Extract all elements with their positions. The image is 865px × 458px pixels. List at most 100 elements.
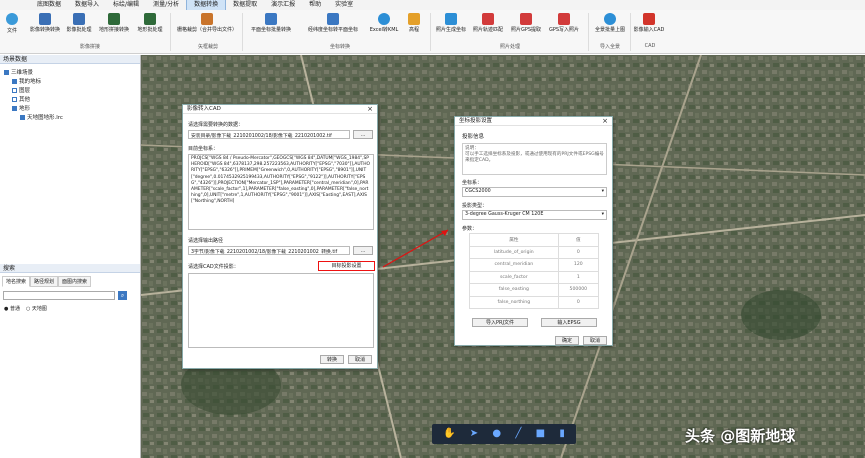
browse-input-button[interactable]: ...: [353, 130, 373, 139]
photo-gps-button[interactable]: 照片GPS提取: [508, 13, 544, 41]
menu-annotate[interactable]: 标绘/编辑: [106, 0, 146, 10]
ribbon-separator: [588, 13, 589, 51]
photo-coord-icon: [445, 13, 457, 25]
chevron-down-icon: ▾: [601, 189, 604, 194]
map-toolbar: ✋ ➤ ● ╱ ■ ▮: [432, 424, 576, 444]
checkbox[interactable]: [12, 78, 17, 84]
search-tabs: 地名搜索 路径规划 面图内搜索: [2, 276, 92, 287]
scene-panel-title: 场景数据: [0, 55, 140, 64]
ribbon: 文件 影像转换转换 影像批处理 地形拼接转换 地形批处理 栅格裁剪（合并导出文件…: [0, 10, 865, 54]
search-panel-title: 搜索: [0, 264, 140, 273]
terrain-batch-button[interactable]: 地形批处理: [134, 13, 166, 41]
tree-item[interactable]: 图层: [12, 86, 30, 94]
elevation-button[interactable]: 高程: [404, 13, 424, 41]
panorama-icon: [604, 13, 616, 25]
tree-item[interactable]: 地形: [12, 104, 30, 112]
search-mode: ● 普通 ○ 天地图: [4, 305, 47, 312]
search-icon[interactable]: ⌕: [118, 291, 127, 300]
radio-normal[interactable]: ● 普通: [4, 305, 20, 312]
cancel-button[interactable]: 取消: [348, 355, 372, 364]
projection-select[interactable]: 3-degree Gauss-Kruger CM 120E ▾: [462, 210, 607, 220]
cad-import-button[interactable]: 影像输入CAD: [632, 13, 666, 41]
menu-extract[interactable]: 数据提取: [226, 0, 264, 10]
table-row: latitude_of_origin 0: [469, 245, 600, 259]
tab-place-search[interactable]: 地名搜索: [2, 276, 31, 287]
input-path-field[interactable]: 安装目录/影像下载_2210201002/18/影像下载_2210201002.…: [188, 130, 350, 139]
ribbon-separator: [242, 13, 243, 51]
group-label: CAD: [644, 43, 656, 49]
menu-help[interactable]: 帮助: [302, 0, 328, 10]
elevation-icon: [408, 13, 420, 25]
checkbox[interactable]: [4, 69, 9, 75]
browse-output-button[interactable]: ...: [353, 246, 373, 255]
table-row: false_northing 0: [469, 295, 600, 309]
coord-wkt-text[interactable]: PROJCS["WGS 84 / Pseudo-Mercator",GEOGCS…: [188, 154, 374, 230]
output-label: 请选择输出路径: [188, 238, 224, 244]
search-input[interactable]: [3, 291, 115, 300]
table-header: 值: [557, 233, 600, 247]
line-icon[interactable]: ╱: [515, 424, 521, 444]
image-batch-button[interactable]: 影像批处理: [64, 13, 94, 41]
menu-import[interactable]: 数据导入: [68, 0, 106, 10]
terrain-convert-button[interactable]: 地形拼接转换: [98, 13, 130, 41]
pin-icon[interactable]: ●: [492, 424, 501, 444]
polygon-icon[interactable]: ■: [536, 424, 545, 444]
tab-area-search[interactable]: 面图内搜索: [58, 276, 92, 287]
ok-button[interactable]: 确定: [555, 336, 579, 345]
radio-tianditu[interactable]: ○ 天地图: [26, 305, 47, 312]
gps-write-icon: [558, 13, 570, 25]
input-epsg-button[interactable]: 输入EPSG: [541, 318, 597, 327]
tree-item[interactable]: 其他: [12, 95, 30, 103]
lonlat-convert-icon: [327, 13, 339, 25]
crs-select[interactable]: CGCS2000 ▾: [462, 187, 607, 197]
checkbox[interactable]: [12, 87, 17, 93]
close-icon[interactable]: ×: [367, 105, 373, 114]
panorama-button[interactable]: 全景批量上图: [592, 13, 628, 41]
output-path-field[interactable]: 3字节/影像下载_2210201002/18/影像下载_2210201002_转…: [188, 246, 350, 255]
menu-lab[interactable]: 实验室: [328, 0, 360, 10]
chevron-down-icon: ▾: [601, 212, 604, 217]
table-header: 属性: [469, 233, 559, 247]
coord-batch-button[interactable]: 平面坐标批量转换: [246, 13, 296, 41]
photo-coord-button[interactable]: 照片生成坐标: [434, 13, 468, 41]
tree-item[interactable]: 天地图地形.lrc: [20, 113, 63, 121]
close-icon[interactable]: ×: [602, 117, 608, 126]
cad-projection-label: 请选择CAD文件投影：: [188, 264, 239, 270]
tab-route[interactable]: 路径规划: [30, 276, 59, 287]
cad-export-dialog: 影像转入CAD × 请选择需要转换的数据： 安装目录/影像下载_221020100…: [182, 104, 378, 369]
checkbox[interactable]: [12, 96, 17, 102]
excel-kml-button[interactable]: Excel转KML: [368, 13, 400, 41]
cancel-button[interactable]: 取消: [583, 336, 607, 345]
checkbox[interactable]: [20, 114, 25, 120]
tree-item[interactable]: 三维场景: [4, 68, 33, 76]
crs-label: 坐标系：: [462, 180, 483, 186]
dialog-title: 影像转入CAD ×: [183, 105, 377, 114]
file-button[interactable]: 文件: [2, 13, 22, 49]
menu-basemap[interactable]: 底图数据: [30, 0, 68, 10]
gps-write-button[interactable]: GPS写入照片: [546, 13, 582, 41]
import-prj-button[interactable]: 导入PRJ文件: [472, 318, 528, 327]
target-projection-button[interactable]: 目标投影设置: [318, 261, 375, 271]
watermark: 头条 @图新地球: [685, 427, 796, 445]
table-row: central_meridian 120: [469, 258, 600, 272]
menu-present[interactable]: 演示汇报: [264, 0, 302, 10]
cad-import-icon: [643, 13, 655, 25]
hand-icon[interactable]: ✋: [443, 424, 455, 444]
group-label: 坐标转换: [329, 44, 350, 50]
group-label: 影像拼接: [79, 44, 100, 50]
image-convert-button[interactable]: 影像转换转换: [28, 13, 62, 41]
group-label: 照片处理: [499, 44, 520, 50]
cad-projection-text[interactable]: [188, 273, 374, 348]
checkbox[interactable]: [12, 105, 17, 111]
chart-icon[interactable]: ▮: [559, 424, 565, 444]
convert-button[interactable]: 转换: [320, 355, 344, 364]
group-label: 导入全景: [599, 44, 620, 50]
raster-clip-icon: [201, 13, 213, 25]
photo-track-button[interactable]: 照片轨迹匹配: [470, 13, 506, 41]
menu-measure[interactable]: 测量/分析: [146, 0, 186, 10]
tree-item[interactable]: 我的地标: [12, 77, 41, 85]
pointer-icon[interactable]: ➤: [470, 424, 478, 444]
raster-clip-button[interactable]: 栅格裁剪（合并导出文件）: [176, 13, 238, 41]
menu-bar: 底图数据 数据导入 标绘/编辑 测量/分析 数据转换 数据提取 演示汇报 帮助 …: [0, 0, 865, 11]
lonlat-convert-button[interactable]: 经纬度坐标转平面坐标: [302, 13, 364, 41]
